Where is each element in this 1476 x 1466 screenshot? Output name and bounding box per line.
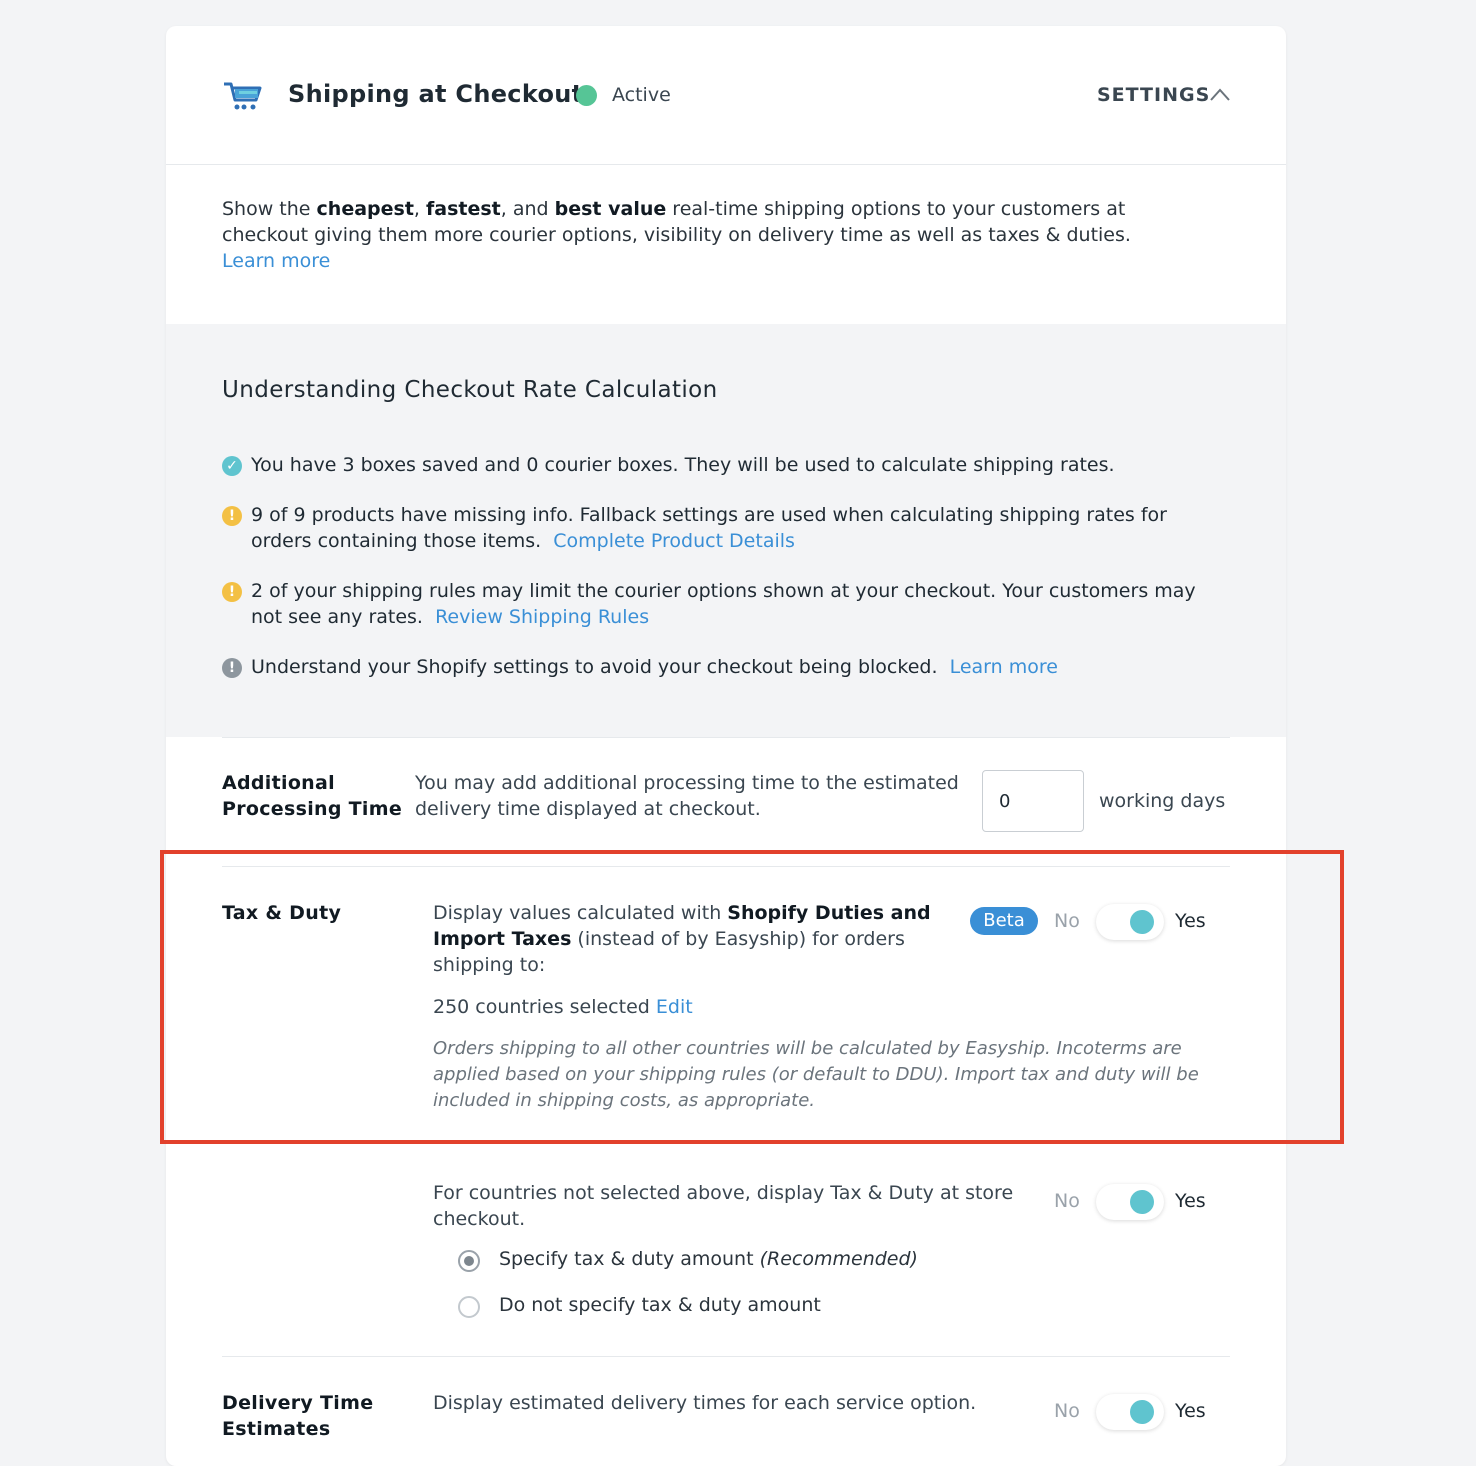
info-icon: ! xyxy=(222,658,242,678)
section-heading: Understanding Checkout Rate Calculation xyxy=(222,377,718,403)
check-circle-icon: ✓ xyxy=(222,456,242,476)
processing-unit-label: working days xyxy=(1099,790,1226,812)
complete-product-details-link[interactable]: Complete Product Details xyxy=(553,530,795,552)
delivery-time-toggle[interactable] xyxy=(1096,1394,1164,1430)
toggle-no-label: No xyxy=(1054,1400,1080,1422)
store-checkout-description: For countries not selected above, displa… xyxy=(433,1182,1014,1230)
processing-time-label: Additional Processing Time xyxy=(222,772,403,820)
store-checkout-toggle[interactable] xyxy=(1096,1184,1164,1220)
intro-learn-more-link[interactable]: Learn more xyxy=(222,250,330,272)
processing-days-input[interactable] xyxy=(982,770,1084,832)
shopify-settings-learn-more-link[interactable]: Learn more xyxy=(950,656,1058,678)
rate-calculation-section: Understanding Checkout Rate Calculation … xyxy=(166,324,1286,737)
review-shipping-rules-link[interactable]: Review Shipping Rules xyxy=(435,606,649,628)
page-title: Shipping at Checkout xyxy=(288,80,584,108)
chevron-up-icon[interactable] xyxy=(1209,86,1231,102)
do-not-specify-label[interactable]: Do not specify tax & duty amount xyxy=(499,1294,821,1316)
shipping-checkout-card: Shipping at Checkout Active SETTINGS Sho… xyxy=(166,26,1286,1466)
settings-toggle-button[interactable]: SETTINGS xyxy=(1097,84,1210,106)
do-not-specify-radio[interactable] xyxy=(458,1296,480,1318)
warning-icon: ! xyxy=(222,506,242,526)
warning-icon: ! xyxy=(222,582,242,602)
card-header: Shipping at Checkout Active SETTINGS xyxy=(166,26,1286,165)
divider xyxy=(222,1356,1230,1357)
divider xyxy=(222,737,1230,738)
cart-icon xyxy=(224,82,262,110)
toggle-knob xyxy=(1130,1400,1154,1424)
intro-text: Show the cheapest, fastest, and best val… xyxy=(222,198,1131,272)
specify-amount-radio[interactable] xyxy=(458,1250,480,1272)
processing-time-description: You may add additional processing time t… xyxy=(415,772,959,820)
delivery-time-description: Display estimated delivery times for eac… xyxy=(433,1392,977,1414)
toggle-yes-label: Yes xyxy=(1175,1190,1206,1212)
toggle-knob xyxy=(1130,1190,1154,1214)
toggle-no-label: No xyxy=(1054,1190,1080,1212)
status-indicator xyxy=(576,85,597,106)
tax-duty-highlight-box xyxy=(160,850,1344,1144)
toggle-yes-label: Yes xyxy=(1175,1400,1206,1422)
specify-amount-label[interactable]: Specify tax & duty amount (Recommended) xyxy=(499,1248,918,1270)
delivery-time-label: Delivery Time Estimates xyxy=(222,1392,374,1440)
status-label: Active xyxy=(612,84,671,106)
